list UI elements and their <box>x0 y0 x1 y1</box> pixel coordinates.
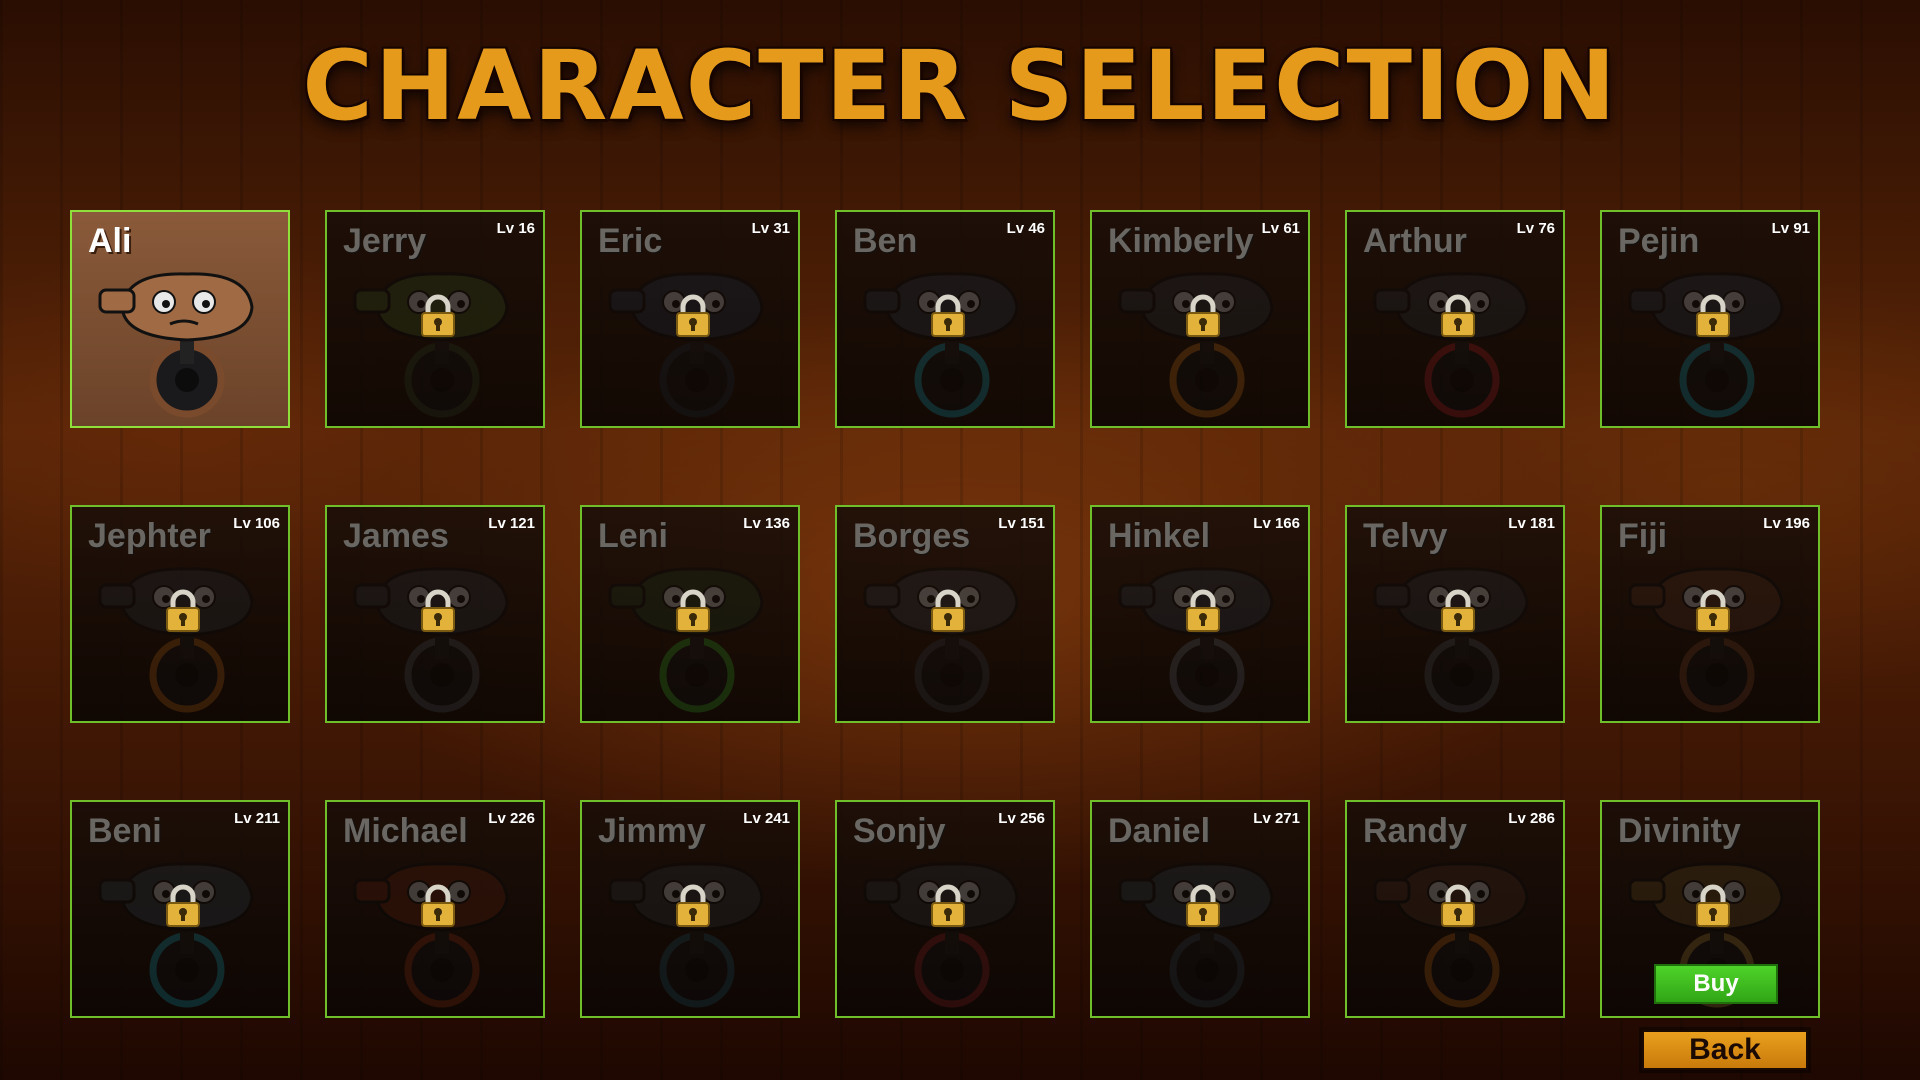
character-name: Michael <box>343 812 468 850</box>
padlock-icon <box>1441 294 1475 337</box>
character-card-james[interactable]: James Lv 121 <box>325 505 545 723</box>
unlock-level-badge: Lv 241 <box>743 810 790 827</box>
character-card-daniel[interactable]: Daniel Lv 271 <box>1090 800 1310 1018</box>
unlock-level-badge: Lv 46 <box>1006 220 1045 237</box>
page-title: CHARACTER SELECTION <box>302 30 1618 142</box>
unlock-level-badge: Lv 31 <box>751 220 790 237</box>
character-card-michael[interactable]: Michael Lv 226 <box>325 800 545 1018</box>
unlock-level-badge: Lv 271 <box>1253 810 1300 827</box>
buy-button[interactable]: Buy <box>1654 964 1778 1004</box>
character-name: Daniel <box>1108 812 1211 850</box>
character-name: Leni <box>598 517 668 555</box>
padlock-icon <box>1186 589 1220 632</box>
padlock-icon <box>166 589 200 632</box>
unlock-level-badge: Lv 121 <box>488 515 535 532</box>
padlock-icon <box>421 884 455 927</box>
padlock-icon <box>1441 884 1475 927</box>
unlock-level-badge: Lv 91 <box>1771 220 1810 237</box>
unlock-level-badge: Lv 61 <box>1261 220 1300 237</box>
character-card-kimberly[interactable]: Kimberly Lv 61 <box>1090 210 1310 428</box>
character-name: Borges <box>853 517 971 555</box>
character-card-divinity[interactable]: Divinity Buy <box>1600 800 1820 1018</box>
padlock-icon <box>931 884 965 927</box>
character-name: James <box>343 517 449 555</box>
character-name: Telvy <box>1363 517 1448 555</box>
character-card-fiji[interactable]: Fiji Lv 196 <box>1600 505 1820 723</box>
padlock-icon <box>421 589 455 632</box>
padlock-icon <box>676 884 710 927</box>
character-name: Pejin <box>1618 222 1700 260</box>
unlock-level-badge: Lv 136 <box>743 515 790 532</box>
character-name: Ali <box>88 222 132 260</box>
unlock-level-badge: Lv 151 <box>998 515 1045 532</box>
unlock-level-badge: Lv 286 <box>1508 810 1555 827</box>
padlock-icon <box>931 294 965 337</box>
character-name: Randy <box>1363 812 1467 850</box>
padlock-icon <box>676 589 710 632</box>
unlock-level-badge: Lv 196 <box>1763 515 1810 532</box>
character-name: Sonjy <box>853 812 946 850</box>
character-name: Jimmy <box>598 812 706 850</box>
character-card-telvy[interactable]: Telvy Lv 181 <box>1345 505 1565 723</box>
character-card-pejin[interactable]: Pejin Lv 91 <box>1600 210 1820 428</box>
padlock-icon <box>1186 884 1220 927</box>
character-card-sonjy[interactable]: Sonjy Lv 256 <box>835 800 1055 1018</box>
padlock-icon <box>1186 294 1220 337</box>
character-name: Fiji <box>1618 517 1668 555</box>
character-name: Jephter <box>88 517 211 555</box>
back-button[interactable]: Back <box>1642 1030 1808 1070</box>
character-card-randy[interactable]: Randy Lv 286 <box>1345 800 1565 1018</box>
character-card-leni[interactable]: Leni Lv 136 <box>580 505 800 723</box>
padlock-icon <box>1441 589 1475 632</box>
padlock-icon <box>1696 294 1730 337</box>
padlock-icon <box>676 294 710 337</box>
character-card-hinkel[interactable]: Hinkel Lv 166 <box>1090 505 1310 723</box>
character-name: Jerry <box>343 222 427 260</box>
padlock-icon <box>421 294 455 337</box>
character-card-jimmy[interactable]: Jimmy Lv 241 <box>580 800 800 1018</box>
character-card-borges[interactable]: Borges Lv 151 <box>835 505 1055 723</box>
character-name: Hinkel <box>1108 517 1211 555</box>
unlock-level-badge: Lv 211 <box>234 810 280 827</box>
padlock-icon <box>166 884 200 927</box>
character-card-jephter[interactable]: Jephter Lv 106 <box>70 505 290 723</box>
padlock-icon <box>931 589 965 632</box>
unlock-level-badge: Lv 106 <box>233 515 280 532</box>
unlock-level-badge: Lv 181 <box>1508 515 1555 532</box>
character-card-jerry[interactable]: Jerry Lv 16 <box>325 210 545 428</box>
unlock-level-badge: Lv 226 <box>488 810 535 827</box>
character-name: Eric <box>598 222 663 260</box>
character-card-ali[interactable]: Ali <box>70 210 290 428</box>
character-name: Ben <box>853 222 918 260</box>
padlock-icon <box>1696 589 1730 632</box>
character-portrait <box>98 272 254 418</box>
character-card-arthur[interactable]: Arthur Lv 76 <box>1345 210 1565 428</box>
unlock-level-badge: Lv 76 <box>1516 220 1555 237</box>
character-name: Kimberly <box>1108 222 1254 260</box>
character-name: Arthur <box>1363 222 1467 260</box>
character-name: Divinity <box>1618 812 1741 850</box>
unlock-level-badge: Lv 16 <box>496 220 535 237</box>
unlock-level-badge: Lv 166 <box>1253 515 1300 532</box>
character-name: Beni <box>88 812 162 850</box>
character-card-eric[interactable]: Eric Lv 31 <box>580 210 800 428</box>
character-card-beni[interactable]: Beni Lv 211 <box>70 800 290 1018</box>
character-card-ben[interactable]: Ben Lv 46 <box>835 210 1055 428</box>
padlock-icon <box>1696 884 1730 927</box>
unlock-level-badge: Lv 256 <box>998 810 1045 827</box>
